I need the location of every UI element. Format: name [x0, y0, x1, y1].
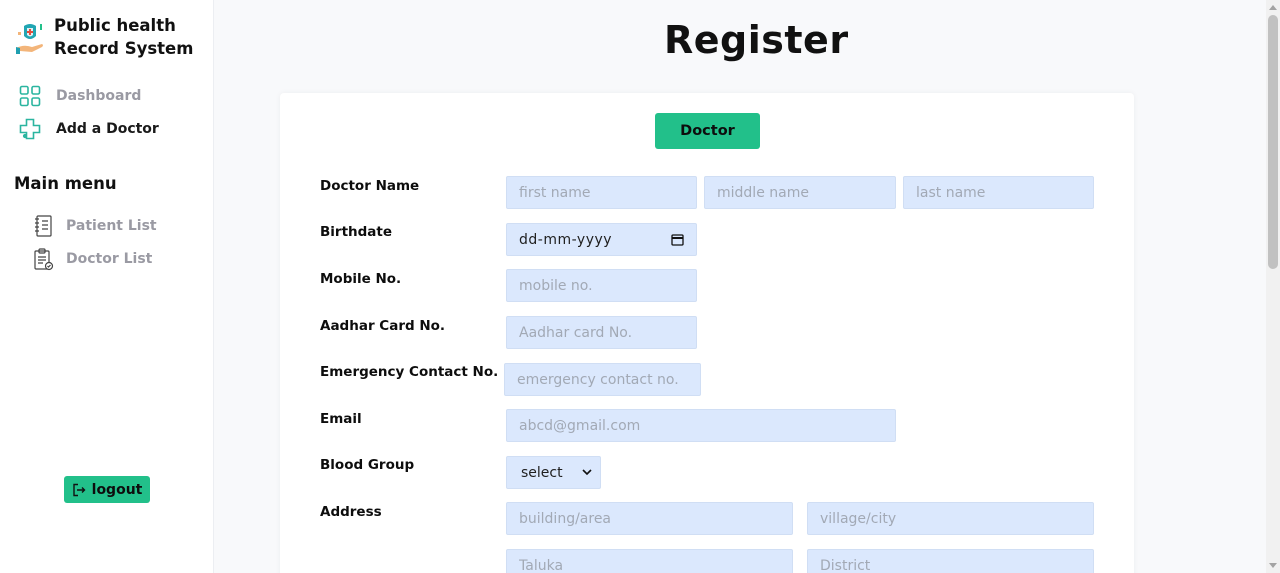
page-title: Register	[664, 18, 849, 62]
doctor-list-icon	[32, 247, 56, 271]
patient-list-icon	[32, 214, 56, 238]
sidebar-item-dashboard[interactable]: Dashboard	[18, 84, 141, 108]
brand-title-line1: Public health	[54, 16, 176, 35]
vertical-scrollbar[interactable]	[1266, 0, 1280, 573]
blood-group-label: Blood Group	[320, 457, 415, 473]
sidebar-item-label: Add a Doctor	[56, 121, 159, 137]
blood-group-select[interactable]: select	[506, 456, 601, 489]
aadhar-label: Aadhar Card No.	[320, 318, 446, 334]
emergency-contact-label: Emergency Contact No.	[320, 364, 499, 380]
sidebar-item-label: Doctor List	[66, 251, 153, 267]
birthdate-label: Birthdate	[320, 224, 393, 240]
brand: Public health Record System	[14, 14, 193, 60]
sidebar: Public health Record System Dashboard Ad…	[0, 0, 214, 573]
address-label: Address	[320, 504, 382, 520]
taluka-input[interactable]	[506, 549, 793, 573]
calendar-icon	[671, 234, 684, 246]
mobile-input[interactable]	[506, 269, 697, 302]
middle-name-input[interactable]	[704, 176, 896, 209]
dashboard-icon	[18, 84, 42, 108]
brand-title-line2: Record System	[54, 39, 194, 58]
sidebar-item-doctor-list[interactable]: Doctor List	[32, 247, 152, 271]
district-input[interactable]	[807, 549, 1094, 573]
logout-label: logout	[91, 481, 143, 498]
birthdate-value: dd-mm-yyyy	[519, 231, 613, 248]
email-input[interactable]	[506, 409, 896, 442]
medical-plus-icon	[18, 117, 42, 141]
first-name-input[interactable]	[506, 176, 697, 209]
emergency-contact-input[interactable]	[504, 363, 701, 396]
email-label: Email	[320, 411, 362, 427]
blood-group-value: select	[521, 464, 563, 481]
chevron-down-icon	[582, 469, 592, 476]
scroll-down-arrow-icon[interactable]	[1269, 560, 1277, 570]
building-area-input[interactable]	[506, 502, 793, 535]
logout-icon	[72, 483, 86, 497]
scrollbar-thumb[interactable]	[1268, 15, 1278, 269]
mobile-label: Mobile No.	[320, 271, 402, 287]
logout-button[interactable]: logout	[64, 476, 150, 503]
birthdate-input[interactable]: dd-mm-yyyy	[506, 223, 697, 256]
sidebar-item-patient-list[interactable]: Patient List	[32, 214, 157, 238]
last-name-input[interactable]	[903, 176, 1094, 209]
village-city-input[interactable]	[807, 502, 1094, 535]
main-menu-heading: Main menu	[14, 174, 117, 193]
doctor-name-label: Doctor Name	[320, 178, 420, 194]
scroll-up-arrow-icon[interactable]	[1269, 3, 1277, 13]
health-logo-icon	[16, 24, 43, 54]
sidebar-item-add-doctor[interactable]: Add a Doctor	[18, 117, 159, 141]
sidebar-item-label: Dashboard	[56, 88, 142, 104]
doctor-role-button[interactable]: Doctor	[655, 113, 760, 149]
aadhar-input[interactable]	[506, 316, 697, 349]
sidebar-item-label: Patient List	[66, 218, 157, 234]
